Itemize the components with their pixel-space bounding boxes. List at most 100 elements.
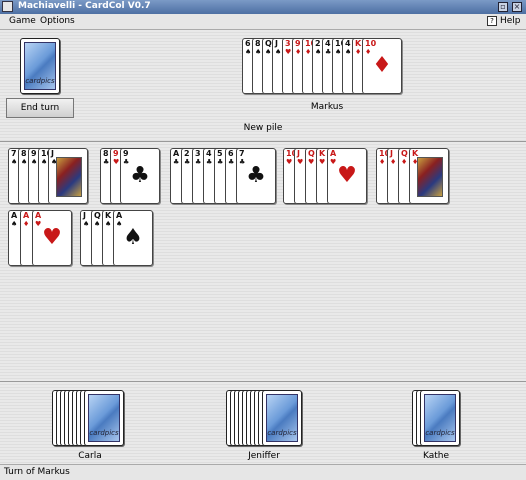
card-suit-icon: ♥ bbox=[319, 158, 326, 166]
new-pile-label[interactable]: New pile bbox=[233, 123, 293, 133]
card-rank: 10 bbox=[365, 39, 377, 48]
card-suit-icon: ♣ bbox=[206, 158, 213, 166]
card-suit-icon: ♣ bbox=[228, 158, 235, 166]
card-suit-icon: ♠ bbox=[83, 220, 90, 228]
card-rank: K bbox=[105, 211, 112, 220]
card-suit-icon: ♠ bbox=[265, 48, 272, 56]
card-center-suit-icon: ♣ bbox=[130, 163, 150, 188]
card-rank: Q bbox=[265, 39, 272, 48]
card-suit-icon: ♠ bbox=[31, 158, 38, 166]
card-suit-icon: ♦ bbox=[305, 48, 312, 56]
card-center-suit-icon: ♥ bbox=[42, 225, 62, 250]
card-suit-icon: ♠ bbox=[335, 48, 342, 56]
card-rank: A bbox=[173, 149, 180, 158]
table-card[interactable]: 9 ♣ ♣ bbox=[120, 148, 160, 204]
card-suit-icon: ♠ bbox=[21, 158, 28, 166]
card-suit-icon: ♠ bbox=[94, 220, 101, 228]
card-suit-icon: ♠ bbox=[245, 48, 252, 56]
card-back: cardpics bbox=[262, 390, 302, 446]
card-rank: 6 bbox=[245, 39, 251, 48]
card-rank: J bbox=[83, 211, 86, 220]
top-area: cardpics End turn 6 ♠ 8 ♠ Q ♠ J ♠ 3 ♥ 9 ♦ 10 ♦ 2 ♠ 4 ♣ 10 ♠… bbox=[0, 30, 526, 142]
card-suit-icon: ♣ bbox=[103, 158, 110, 166]
card-rank: K bbox=[319, 149, 326, 158]
card-suit-icon: ♦ bbox=[390, 158, 397, 166]
card-suit-icon: ♦ bbox=[401, 158, 408, 166]
card-suit-icon: ♠ bbox=[11, 158, 18, 166]
card-rank: 2 bbox=[184, 149, 190, 158]
card-back: cardpics bbox=[420, 390, 460, 446]
card-suit-icon: ♦ bbox=[379, 158, 386, 166]
card-back-logo: cardpics bbox=[425, 429, 455, 437]
face-card-art bbox=[56, 157, 82, 197]
table-card[interactable]: 7 ♣ ♣ bbox=[236, 148, 276, 204]
card-suit-icon: ♠ bbox=[345, 48, 352, 56]
card-suit-icon: ♣ bbox=[173, 158, 180, 166]
window-titlebar[interactable]: Machiavelli - CardCol V0.7 ▫ × bbox=[0, 0, 526, 14]
table-card[interactable]: J ♠ bbox=[48, 148, 88, 204]
card-rank: J bbox=[297, 149, 300, 158]
card-suit-icon: ♦ bbox=[295, 48, 302, 56]
card-center-suit-icon: ♥ bbox=[337, 163, 357, 188]
opponent-jeniffer-name: Jeniffer bbox=[248, 451, 280, 461]
card-rank: 8 bbox=[103, 149, 109, 158]
card-rank: 9 bbox=[113, 149, 119, 158]
menu-help[interactable]: Help bbox=[500, 16, 521, 26]
draw-deck[interactable]: cardpics bbox=[20, 38, 60, 94]
card-suit-icon: ♠ bbox=[315, 48, 322, 56]
card-rank: J bbox=[51, 149, 54, 158]
card-suit-icon: ♠ bbox=[275, 48, 282, 56]
opponents-area: cardpics Carla cardpics Jeniffer cardpic… bbox=[0, 382, 526, 464]
card-back-logo: cardpics bbox=[267, 429, 297, 437]
card-suit-icon: ♦ bbox=[355, 48, 362, 56]
table-card[interactable]: A ♥ ♥ bbox=[327, 148, 367, 204]
maximize-icon[interactable]: ▫ bbox=[498, 2, 508, 12]
end-turn-button[interactable]: End turn bbox=[6, 98, 74, 118]
card-suit-icon: ♥ bbox=[285, 48, 292, 56]
opponent-kathe-name: Kathe bbox=[422, 451, 450, 461]
table-area[interactable]: 7 ♠ 8 ♠ 9 ♠ 10 ♠ J ♠ 8 ♣ 9 ♥ 9 ♣ ♣ A ♣ 2 ♣ 3 ♣ 4 ♣ 5 ♣ 6 ♣ 7 ♣ ♣ 10 ♥ J ♥ Q ♥… bbox=[0, 142, 526, 382]
card-suit-icon: ♣ bbox=[217, 158, 224, 166]
card-rank: A bbox=[330, 149, 337, 158]
menu-game[interactable]: Game bbox=[9, 16, 36, 26]
card-rank: Q bbox=[308, 149, 315, 158]
card-rank: Q bbox=[401, 149, 408, 158]
card-rank: 4 bbox=[325, 39, 331, 48]
hand-card[interactable]: 10 ♦ ♦ bbox=[362, 38, 402, 94]
card-rank: 9 bbox=[31, 149, 37, 158]
face-card-art bbox=[417, 157, 443, 197]
table-card[interactable]: A ♥ ♥ bbox=[32, 210, 72, 266]
card-rank: A bbox=[35, 211, 42, 220]
card-suit-icon: ♠ bbox=[11, 220, 18, 228]
window-title: Machiavelli - CardCol V0.7 bbox=[18, 1, 151, 11]
help-icon[interactable]: ? bbox=[487, 16, 497, 26]
card-center-suit-icon: ♦ bbox=[372, 53, 392, 78]
card-suit-icon: ♣ bbox=[184, 158, 191, 166]
card-center-suit-icon: ♠ bbox=[123, 225, 143, 250]
card-rank: 7 bbox=[11, 149, 17, 158]
statusbar: Turn of Markus bbox=[0, 464, 526, 480]
card-rank: 5 bbox=[217, 149, 223, 158]
card-suit-icon: ♠ bbox=[105, 220, 112, 228]
card-rank: 2 bbox=[315, 39, 321, 48]
menubar: Game Options ? Help bbox=[0, 14, 526, 30]
card-center-suit-icon: ♣ bbox=[246, 163, 266, 188]
card-rank: 8 bbox=[21, 149, 27, 158]
table-card[interactable]: A ♠ ♠ bbox=[113, 210, 153, 266]
card-rank: J bbox=[390, 149, 393, 158]
card-back-logo: cardpics bbox=[89, 429, 119, 437]
card-rank: J bbox=[275, 39, 278, 48]
card-suit-icon: ♠ bbox=[41, 158, 48, 166]
menu-options[interactable]: Options bbox=[40, 16, 75, 26]
close-icon[interactable]: × bbox=[512, 2, 522, 12]
table-card[interactable]: K ♦ bbox=[409, 148, 449, 204]
card-rank: A bbox=[11, 211, 18, 220]
card-rank: 8 bbox=[255, 39, 261, 48]
card-back: cardpics bbox=[84, 390, 124, 446]
card-back-logo: cardpics bbox=[25, 77, 55, 85]
card-rank: 6 bbox=[228, 149, 234, 158]
card-suit-icon: ♥ bbox=[308, 158, 315, 166]
app-icon[interactable] bbox=[2, 1, 13, 12]
card-suit-icon: ♣ bbox=[325, 48, 332, 56]
card-rank: 4 bbox=[206, 149, 212, 158]
